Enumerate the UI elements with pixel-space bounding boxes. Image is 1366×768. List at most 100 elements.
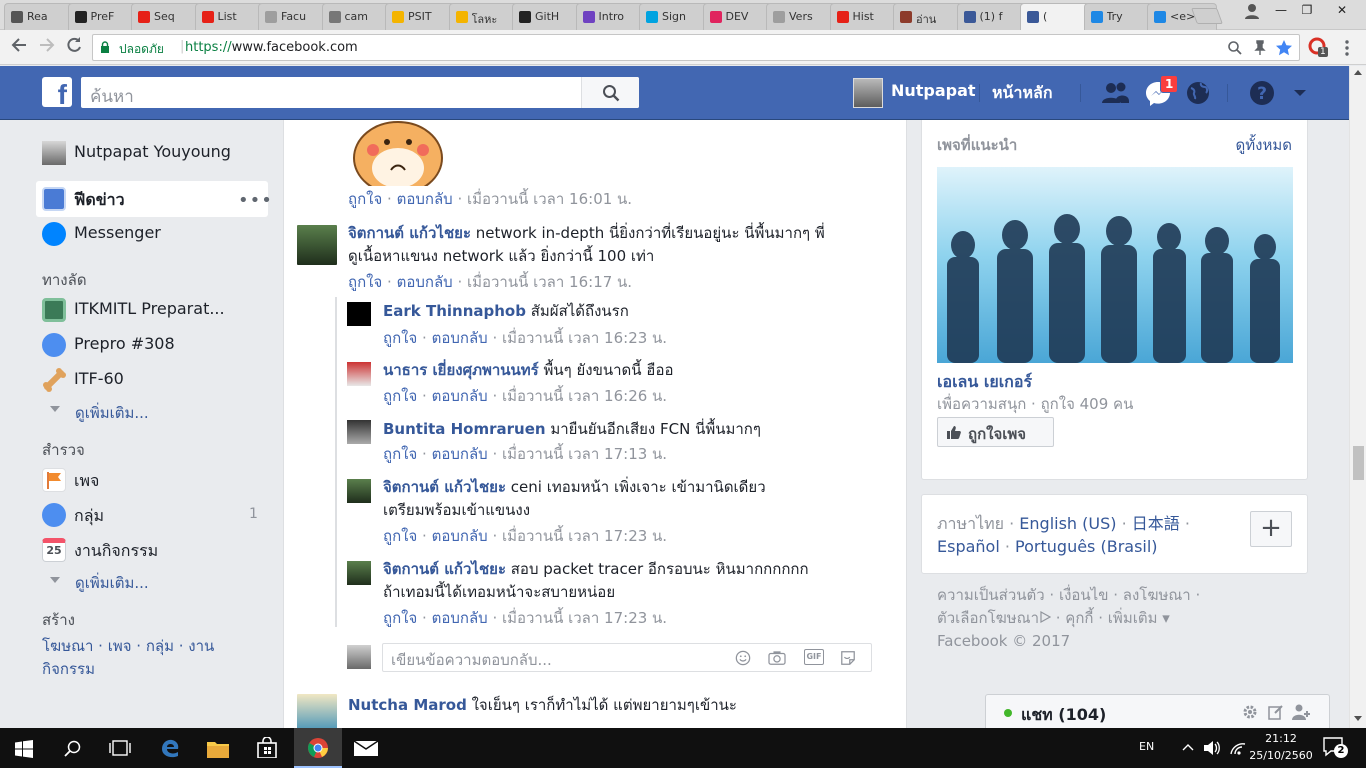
scrollbar-thumb[interactable] — [1353, 446, 1364, 480]
like-comment-link[interactable]: ถูกใจ — [348, 273, 382, 291]
browser-tab[interactable]: Vers — [766, 3, 836, 30]
browser-tab[interactable]: อ่าน — [893, 3, 963, 30]
reply-comment-link[interactable]: ตอบกลับ — [397, 190, 453, 208]
create-group-icon[interactable] — [1292, 703, 1312, 721]
camera-icon[interactable] — [768, 650, 786, 666]
comment-timestamp[interactable]: เมื่อวานนี้ เวลา 16:01 น. — [467, 190, 632, 208]
tray-chevron-up-icon[interactable] — [1182, 742, 1194, 752]
start-button[interactable] — [0, 728, 48, 768]
ad-choices-link[interactable]: ตัวเลือกโฆษณา — [937, 609, 1039, 627]
like-comment-link[interactable]: ถูกใจ — [383, 445, 417, 463]
gif-icon[interactable]: GIF — [804, 649, 824, 665]
back-button[interactable] — [8, 36, 30, 58]
commenter-avatar[interactable] — [347, 362, 371, 386]
store-taskbar-button[interactable] — [243, 728, 291, 768]
reload-button[interactable] — [63, 36, 85, 58]
footer-line-2[interactable]: ตัวเลือกโฆษณา · คุกกี้ · เพิ่มเติม ▾ — [937, 607, 1297, 630]
like-comment-link[interactable]: ถูกใจ — [383, 527, 417, 545]
new-tab-button[interactable] — [1191, 8, 1223, 24]
language-indicator[interactable]: EN — [1139, 740, 1154, 753]
language-japanese-link[interactable]: 日本語 — [1132, 514, 1180, 533]
edge-taskbar-button[interactable] — [146, 728, 194, 768]
browser-tab[interactable]: cam — [321, 3, 391, 30]
comment-timestamp[interactable]: เมื่อวานนี้ เวลา 17:13 น. — [502, 445, 667, 463]
like-page-button[interactable]: ถูกใจเพจ — [937, 417, 1054, 447]
clock-date[interactable]: 25/10/2560 — [1248, 749, 1314, 762]
reply-comment-link[interactable]: ตอบกลับ — [432, 329, 488, 347]
commenter-avatar[interactable] — [347, 420, 371, 444]
comment-timestamp[interactable]: เมื่อวานนี้ เวลา 17:23 น. — [502, 609, 667, 627]
help-icon[interactable]: ? — [1248, 79, 1276, 107]
forward-button[interactable] — [36, 36, 58, 58]
see-more-shortcuts-link[interactable]: ดูเพิ่มเติม... — [75, 401, 149, 425]
commenter-avatar[interactable] — [347, 561, 371, 585]
volume-icon[interactable] — [1203, 740, 1221, 756]
browser-tab[interactable]: List — [194, 3, 264, 30]
browser-tab[interactable]: DEV — [702, 3, 772, 30]
browser-tab[interactable]: ( — [1020, 3, 1090, 31]
minimize-button[interactable]: — — [1268, 0, 1294, 20]
browser-tab[interactable]: Try — [1083, 3, 1153, 30]
browser-tab[interactable]: Hist — [829, 3, 899, 30]
browser-tab[interactable]: GitH — [512, 3, 582, 30]
comment-timestamp[interactable]: เมื่อวานนี้ เวลา 16:23 น. — [502, 329, 667, 347]
header-home-link[interactable]: หน้าหลัก — [992, 81, 1053, 106]
zoom-icon[interactable] — [1227, 40, 1243, 56]
pin-icon[interactable] — [1253, 40, 1267, 56]
clock-time[interactable]: 21:12 — [1252, 732, 1310, 745]
commenter-name[interactable]: จิตกานต์ แก้วไชยะ — [348, 224, 471, 242]
create-links-cont[interactable]: กิจกรรม — [42, 657, 95, 681]
sticker-icon[interactable] — [839, 650, 857, 666]
wifi-icon[interactable] — [1229, 740, 1247, 756]
page-scrollbar[interactable] — [1349, 66, 1366, 728]
commenter-name[interactable]: จิตกานต์ แก้วไชยะ — [383, 478, 506, 496]
browser-tab[interactable]: Intro — [575, 3, 645, 30]
language-spanish-link[interactable]: Español — [937, 537, 1000, 556]
scroll-up-arrow[interactable] — [1354, 70, 1362, 75]
comment-timestamp[interactable]: เมื่อวานนี้ เวลา 16:26 น. — [502, 387, 667, 405]
url-input[interactable]: ปลอดภัย | https://www.facebook.com — [92, 34, 1300, 61]
facebook-logo[interactable]: f — [42, 77, 72, 110]
sidebar-item-newsfeed[interactable] — [36, 181, 268, 217]
commenter-avatar[interactable] — [347, 479, 371, 503]
chrome-taskbar-button[interactable] — [294, 728, 342, 768]
see-all-link[interactable]: ดูทั้งหมด — [1236, 133, 1292, 157]
task-view-button[interactable] — [96, 728, 144, 768]
commenter-name[interactable]: Eark Thinnaphob — [383, 302, 526, 320]
browser-tab[interactable]: Facu — [258, 3, 328, 30]
reply-comment-link[interactable]: ตอบกลับ — [432, 445, 488, 463]
reply-input[interactable]: เขียนข้อความตอบกลับ... GIF — [382, 643, 872, 672]
chat-settings-gear-icon[interactable] — [1242, 704, 1258, 720]
chat-bar[interactable]: แชท (104) — [985, 694, 1330, 728]
reply-comment-link[interactable]: ตอบกลับ — [432, 609, 488, 627]
maximize-button[interactable]: ❐ — [1294, 0, 1320, 20]
like-comment-link[interactable]: ถูกใจ — [348, 190, 382, 208]
commenter-avatar[interactable] — [297, 225, 337, 265]
file-explorer-taskbar-button[interactable] — [194, 728, 242, 768]
commenter-name[interactable]: นาธาร เยี่ยงศุภพานนทร์ — [383, 361, 539, 379]
extension-icon[interactable]: 1 — [1308, 37, 1330, 59]
emoji-icon[interactable] — [734, 650, 752, 666]
commenter-avatar[interactable] — [297, 694, 337, 728]
browser-tab[interactable]: PSIT — [385, 3, 455, 30]
commenter-name[interactable]: Buntita Homraruen — [383, 420, 546, 438]
search-taskbar-button[interactable] — [48, 728, 96, 768]
action-center-button[interactable]: 2 — [1322, 736, 1348, 760]
commenter-name[interactable]: จิตกานต์ แก้วไชยะ — [383, 560, 506, 578]
search-input[interactable]: ค้นหา — [81, 77, 639, 108]
language-english-link[interactable]: English (US) — [1019, 514, 1116, 533]
new-message-icon[interactable] — [1268, 704, 1284, 720]
page-cover-image[interactable] — [937, 167, 1293, 363]
more-options-icon[interactable]: ••• — [238, 190, 273, 211]
like-comment-link[interactable]: ถูกใจ — [383, 609, 417, 627]
mail-taskbar-button[interactable] — [342, 728, 390, 768]
profile-icon[interactable] — [1243, 2, 1261, 20]
browser-tab[interactable]: (1) f — [956, 3, 1026, 30]
browser-tab[interactable]: โลหะ — [448, 3, 518, 30]
close-window-button[interactable]: ✕ — [1322, 0, 1362, 20]
search-button[interactable] — [581, 77, 639, 108]
comment-timestamp[interactable]: เมื่อวานนี้ เวลา 16:17 น. — [467, 273, 632, 291]
reply-comment-link[interactable]: ตอบกลับ — [397, 273, 453, 291]
header-profile-name[interactable]: Nutpapat — [891, 81, 976, 100]
reply-comment-link[interactable]: ตอบกลับ — [432, 387, 488, 405]
